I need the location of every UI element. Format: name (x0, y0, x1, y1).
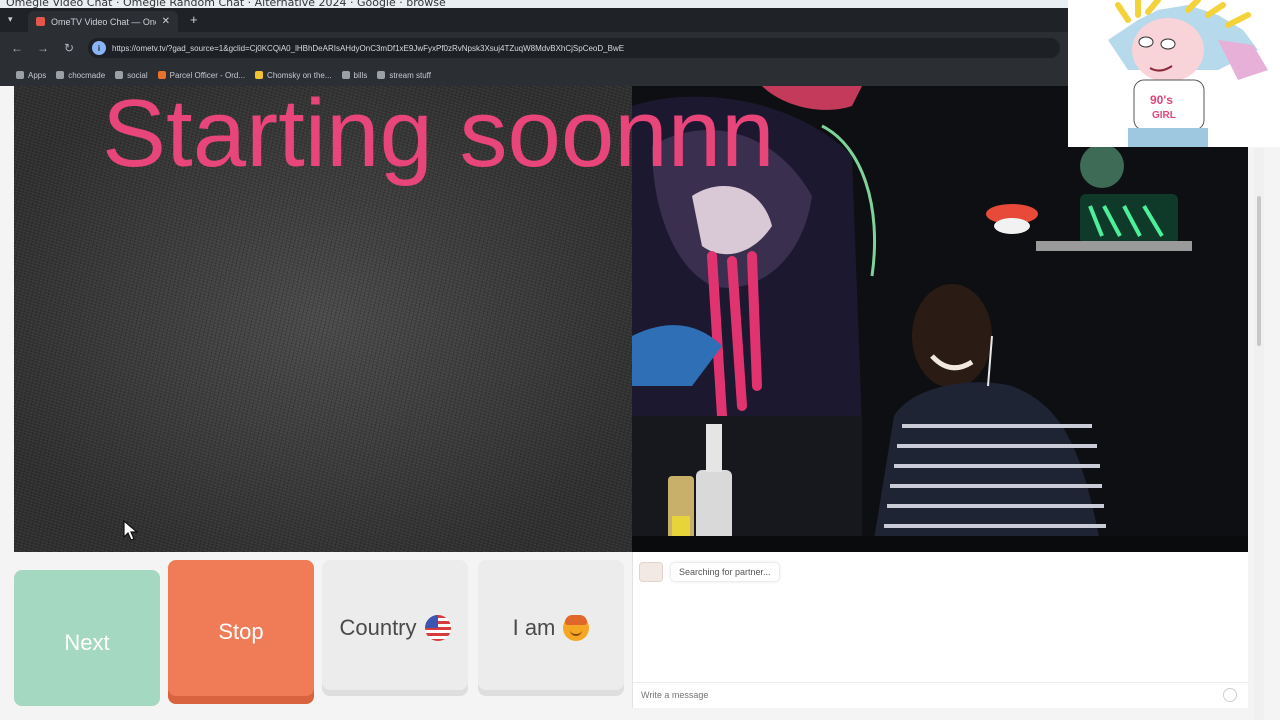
reload-icon[interactable]: ↻ (62, 41, 76, 55)
bookmark-icon (255, 71, 264, 79)
scrollbar-thumb[interactable] (1257, 196, 1261, 346)
chat-message: Searching for partner... (639, 562, 779, 582)
bookmark-label: stream stuff (389, 70, 431, 80)
tab-search-icon[interactable]: ▾ (8, 14, 13, 25)
chat-message-input[interactable] (641, 689, 1223, 700)
stop-button-label: Stop (218, 619, 264, 644)
browser-toolbar: ← → ↻ i https://ometv.tv/?gad_source=1&g… (0, 34, 1068, 62)
emoji-icon[interactable] (1223, 687, 1237, 702)
cursor-arrow-icon (123, 520, 139, 541)
chat-status-bubble: Searching for partner... (671, 563, 779, 581)
tab-title: OmeTV Video Chat — One (51, 16, 156, 27)
video-chat-page: Starting soonnn Next Stop Country I am S… (0, 86, 1260, 720)
svg-text:90's: 90's (1150, 93, 1173, 107)
gender-button[interactable]: I am (478, 560, 624, 696)
cartoon-girl-sticker: 90's GIRL (1068, 0, 1280, 147)
folder-icon (341, 71, 350, 79)
bookmark-bills[interactable]: bills (341, 70, 368, 80)
bookmark-stream-stuff[interactable]: stream stuff (377, 71, 431, 80)
close-icon[interactable]: ✕ (162, 16, 170, 27)
us-flag-icon (424, 615, 451, 641)
screen: Omegle Video Chat · Omegle Random Chat ·… (0, 0, 1280, 720)
bookmark-label: Chomsky on the... (267, 70, 332, 80)
url-text: https://ometv.tv/?gad_source=1&gclid=Cj0… (112, 43, 625, 53)
country-button[interactable]: Country (322, 560, 468, 696)
gender-button-label: I am (512, 615, 556, 640)
bookmark-social[interactable]: social (115, 70, 148, 80)
bookmark-label: Apps (28, 70, 47, 80)
browser-tab[interactable]: OmeTV Video Chat — One ✕ (28, 11, 178, 32)
folder-icon (115, 71, 124, 79)
grid-icon (16, 71, 24, 79)
bookmark-label: Parcel Officer - Ord... (169, 70, 246, 80)
stop-button[interactable]: Stop (168, 560, 314, 704)
bookmark-chocmade[interactable]: chocmade (56, 71, 105, 80)
folder-icon (56, 71, 65, 79)
tab-favicon-icon (36, 17, 45, 26)
folder-icon (377, 71, 386, 79)
chat-input-row (633, 682, 1249, 706)
bookmark-label: chocmade (68, 70, 106, 80)
chat-panel: Searching for partner... (632, 552, 1249, 708)
bookmark-chomsky[interactable]: Chomsky on the... (255, 70, 332, 80)
address-bar[interactable]: i https://ometv.tv/?gad_source=1&gclid=C… (88, 38, 1060, 58)
next-button-label: Next (64, 630, 110, 655)
browser-chrome: ▾ OmeTV Video Chat — One ✕ + ← → ↻ i htt… (0, 8, 1068, 86)
bookmark-parcel[interactable]: Parcel Officer - Ord... (157, 70, 246, 80)
page-scrollbar[interactable] (1254, 148, 1264, 720)
svg-text:GIRL: GIRL (1152, 110, 1176, 121)
forward-icon[interactable]: → (36, 41, 50, 55)
avatar (639, 562, 663, 582)
starting-soon-overlay: Starting soonnn (102, 80, 775, 187)
bookmark-label: bills (353, 70, 368, 80)
male-face-icon (563, 615, 590, 641)
country-button-label: Country (339, 615, 417, 640)
next-button[interactable]: Next (14, 570, 160, 706)
site-info-icon[interactable]: i (92, 41, 106, 55)
bookmark-label: social (127, 70, 148, 80)
bookmark-apps[interactable]: Apps (16, 71, 46, 80)
cartoon-sticker-image: 90's GIRL (1068, 0, 1280, 147)
tab-bar: ▾ OmeTV Video Chat — One ✕ + (0, 8, 1068, 32)
back-icon[interactable]: ← (10, 41, 24, 55)
parcel-icon (157, 71, 166, 79)
new-tab-icon[interactable]: + (190, 12, 198, 27)
